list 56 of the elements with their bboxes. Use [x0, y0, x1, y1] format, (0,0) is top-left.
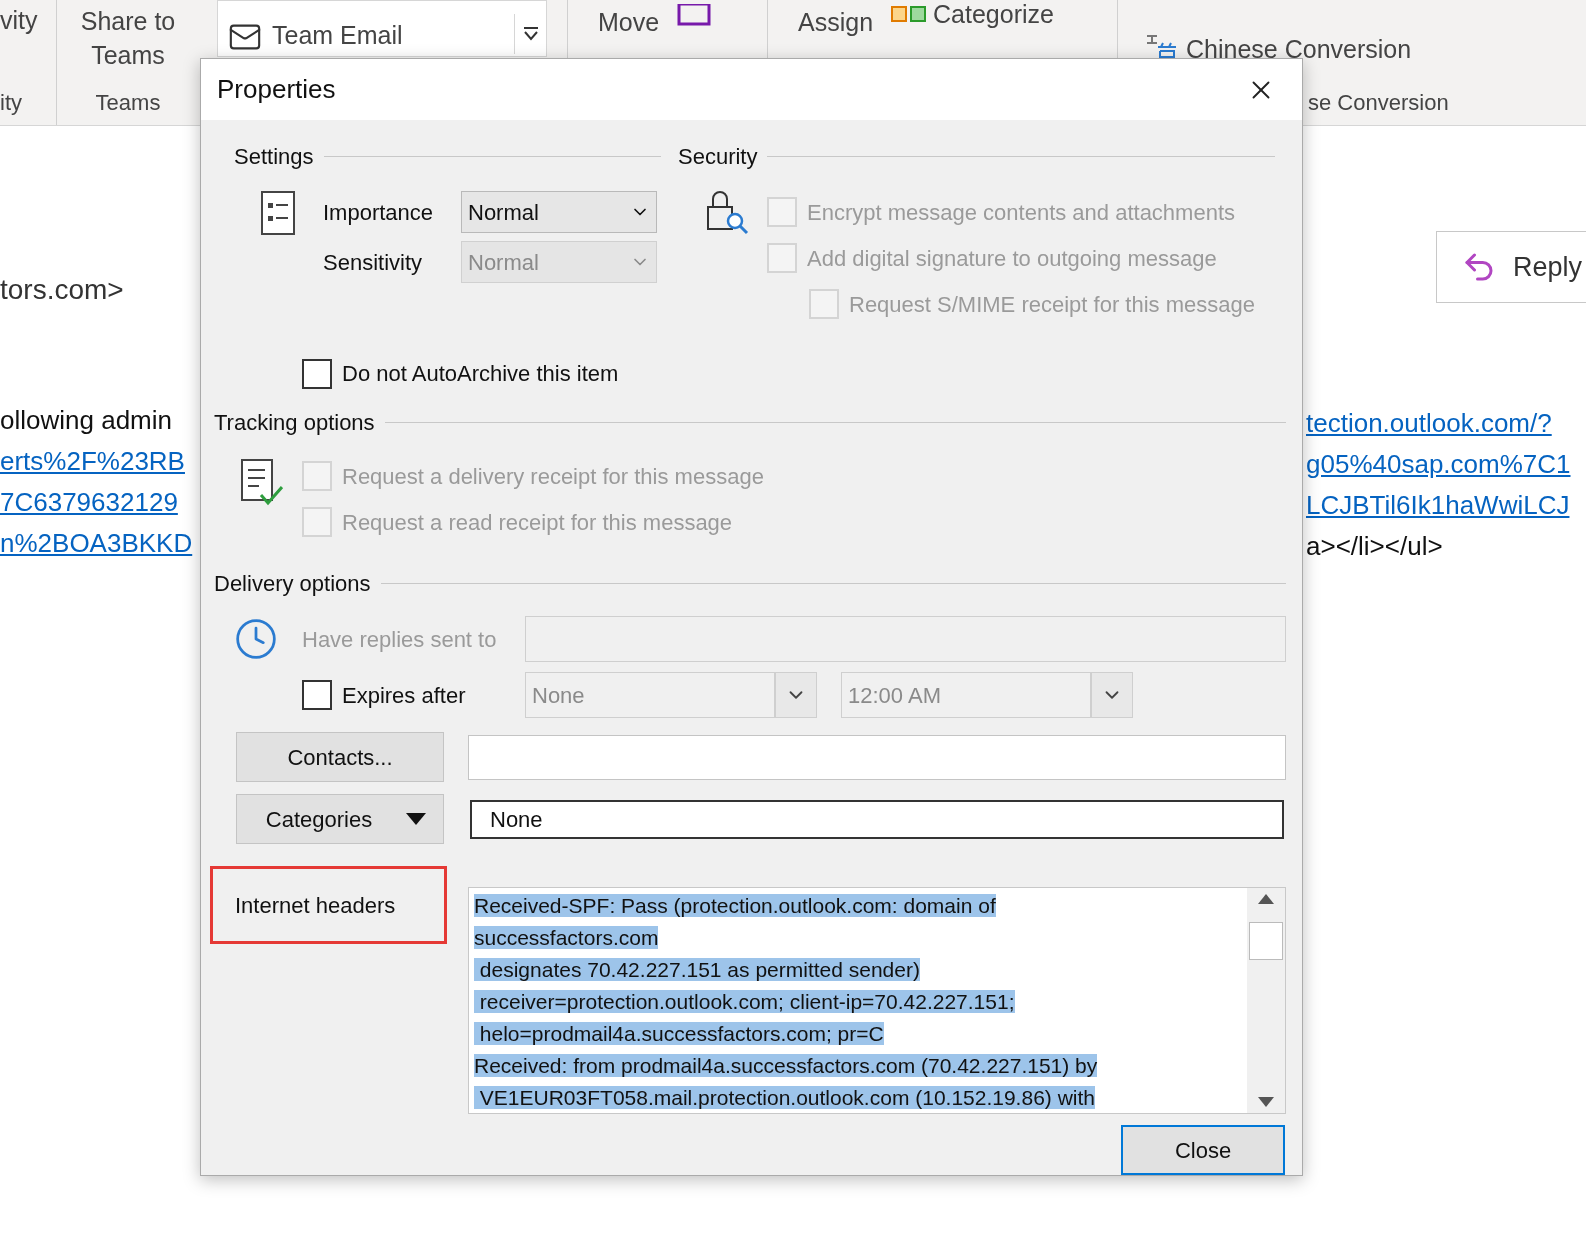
scroll-thumb[interactable]	[1249, 921, 1283, 960]
ribbon-label[interactable]: vity	[0, 2, 56, 40]
email-link[interactable]: g05%40sap.com%7C1	[1306, 444, 1586, 485]
headers-text-area[interactable]	[468, 887, 1286, 1114]
email-link[interactable]: tection.outlook.com/?	[1306, 403, 1586, 444]
scroll-down-icon[interactable]	[1258, 1097, 1274, 1107]
email-link[interactable]: n%2BOA3BKKD	[0, 523, 198, 564]
scrollbar[interactable]	[1247, 888, 1285, 1113]
email-link[interactable]: 7C6379632129	[0, 482, 198, 523]
clock-icon	[234, 617, 278, 661]
list-document-icon	[261, 191, 295, 235]
email-text: ollowing admin	[0, 404, 173, 437]
share-to-teams-button[interactable]: Share to Teams	[78, 4, 178, 72]
field-label: Have replies sent to	[302, 625, 498, 654]
email-link[interactable]: erts%2F%23RB	[0, 441, 198, 482]
importance-select[interactable]: Normal	[461, 191, 657, 233]
section-heading: Settings	[234, 143, 314, 171]
checkbox-label: Expires after	[342, 681, 466, 710]
field-label: Sensitivity	[323, 248, 424, 277]
color-squares-icon	[891, 4, 928, 24]
checkbox-label: Request a read receipt for this message	[342, 508, 733, 537]
lock-magnifier-icon	[705, 189, 749, 235]
move-button[interactable]: Move	[598, 4, 660, 38]
categories-field[interactable]: None	[470, 799, 1284, 839]
section-heading: Delivery options	[214, 570, 371, 598]
section-heading: Tracking options	[214, 409, 375, 437]
dropdown-button[interactable]	[1091, 672, 1133, 718]
scroll-up-icon[interactable]	[1258, 894, 1274, 904]
internet-headers-label: Internet headers	[210, 866, 447, 944]
assign-policy-button[interactable]: Assign	[798, 4, 874, 38]
field-label: Importance	[323, 198, 435, 227]
checkbox[interactable]	[302, 680, 332, 710]
checkbox-label: Encrypt message contents and attachments	[807, 198, 1235, 227]
more-icon	[522, 27, 539, 41]
replies-field[interactable]	[525, 616, 1286, 662]
dropdown-button[interactable]	[775, 672, 817, 718]
checkbox-label: Do not AutoArchive this item	[342, 360, 619, 388]
close-button[interactable]: Close	[1121, 1125, 1285, 1175]
email-text: a></li></ul>	[1306, 530, 1444, 563]
contacts-button[interactable]: Contacts...	[236, 732, 444, 782]
section-heading: Security	[678, 143, 758, 171]
checkbox-label: Request a delivery receipt for this message	[342, 462, 764, 491]
dialog-title: Properties	[217, 73, 336, 106]
group-label: ity	[0, 89, 23, 117]
categories-button[interactable]: Categories	[236, 794, 444, 844]
notebook-icon	[677, 4, 712, 26]
dropdown-triangle-icon	[406, 813, 427, 825]
sender-address: tors.com>	[0, 273, 125, 307]
group-label: se Conversion	[1308, 89, 1450, 117]
email-link[interactable]: LCJBTil6Ik1haWwiLCJ	[1306, 485, 1586, 526]
checkbox[interactable]	[302, 358, 332, 389]
checkbox-label: Request S/MIME receipt for this message	[849, 290, 1255, 319]
contacts-field[interactable]	[468, 734, 1286, 780]
checklist-icon	[241, 459, 283, 507]
group-label: Teams	[95, 89, 161, 117]
checkbox-label: Add digital signature to outgoing message	[807, 244, 1217, 273]
